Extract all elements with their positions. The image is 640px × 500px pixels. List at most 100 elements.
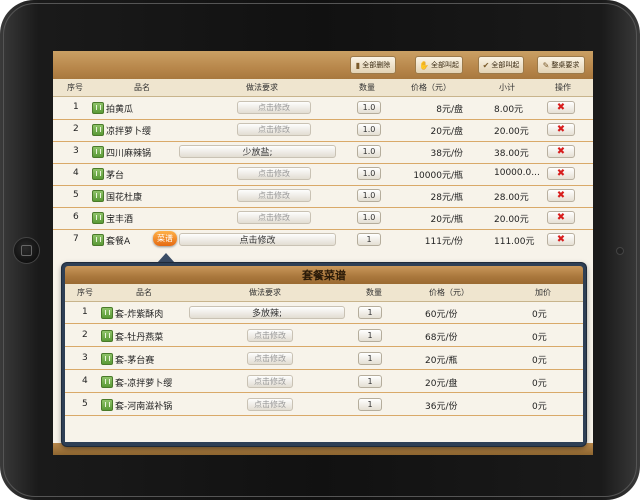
- order-price: 111元/份: [424, 237, 463, 247]
- popup-row[interactable]: 5 套-河南滋补锅 点击修改 1 36元/份 0元: [65, 393, 583, 416]
- order-price: 20元/盘: [430, 127, 464, 137]
- delete-button[interactable]: ✖: [547, 101, 575, 114]
- delete-button[interactable]: ✖: [547, 167, 575, 180]
- combo-menu-popup: 套餐菜谱 序号 品名 做法要求 数量 价格（元） 加价 1 套-炸紫酥肉 多放辣…: [62, 263, 586, 446]
- dish-icon: [92, 146, 104, 158]
- popup-table-header: 序号 品名 做法要求 数量 价格（元） 加价: [65, 284, 583, 302]
- order-no: 5: [73, 190, 79, 200]
- order-row-combo[interactable]: 7 套餐A 菜谱 点击修改 1 111元/份 111.00元 ✖: [53, 229, 593, 251]
- qty-field[interactable]: 1: [357, 233, 381, 246]
- dish-icon: [92, 212, 104, 224]
- order-no: 3: [73, 146, 79, 156]
- qty-field[interactable]: 1.0: [357, 145, 381, 158]
- delete-button[interactable]: ✖: [547, 233, 575, 246]
- popup-item-price: 20元/瓶: [425, 356, 458, 366]
- order-row[interactable]: 5 国花杜康 点击修改 1.0 28元/瓶 28.00元 ✖: [53, 185, 593, 208]
- hold-all-button[interactable]: ✋ 全部叫起: [415, 56, 463, 74]
- popup-qty-field[interactable]: 1: [358, 352, 382, 365]
- request-button[interactable]: 点击修改: [237, 211, 311, 224]
- close-icon: ✖: [556, 190, 566, 201]
- popup-item-add: 0元: [532, 356, 547, 366]
- popup-request-button[interactable]: 点击修改: [247, 352, 293, 365]
- popup-qty-field[interactable]: 1: [358, 398, 382, 411]
- delete-button[interactable]: ✖: [547, 123, 575, 136]
- popup-row[interactable]: 2 套-牡丹燕菜 点击修改 1 68元/份 0元: [65, 324, 583, 347]
- popup-item-add: 0元: [532, 402, 547, 412]
- popup-col-name: 品名: [136, 288, 152, 297]
- delete-button[interactable]: ✖: [547, 145, 575, 158]
- qty-field[interactable]: 1.0: [357, 211, 381, 224]
- order-subtotal: 28.00元: [494, 193, 529, 203]
- order-subtotal: 10000.0...: [494, 168, 540, 178]
- close-icon: ✖: [556, 212, 566, 223]
- hand-icon: ✋: [419, 60, 429, 70]
- order-subtotal: 20.00元: [494, 127, 529, 137]
- order-no: 1: [73, 102, 79, 112]
- close-icon: ✖: [556, 102, 566, 113]
- close-icon: ✖: [556, 146, 566, 157]
- order-subtotal: 20.00元: [494, 215, 529, 225]
- order-price: 38元/份: [430, 149, 464, 159]
- col-qty: 数量: [359, 83, 375, 92]
- order-row[interactable]: 3 四川麻辣锅 少放盐; 1.0 38元/份 38.00元 ✖: [53, 141, 593, 164]
- qty-field[interactable]: 1.0: [357, 167, 381, 180]
- order-row[interactable]: 6 宝丰酒 点击修改 1.0 20元/瓶 20.00元 ✖: [53, 207, 593, 230]
- order-row[interactable]: 1 拍黄瓜 点击修改 1.0 8元/盘 8.00元 ✖: [53, 97, 593, 120]
- request-button[interactable]: 点击修改: [237, 167, 311, 180]
- order-name: 国花杜康: [106, 193, 143, 203]
- popup-item-no: 1: [82, 307, 88, 317]
- popup-request-button[interactable]: 点击修改: [247, 398, 293, 411]
- popup-item-price: 68元/份: [425, 333, 458, 343]
- front-camera: [616, 247, 624, 255]
- dish-icon: [101, 353, 113, 365]
- popup-row[interactable]: 4 套-凉拌萝卜缨 点击修改 1 20元/盘 0元: [65, 370, 583, 393]
- col-action: 操作: [555, 83, 571, 92]
- order-name: 凉拌萝卜缨: [106, 127, 152, 137]
- popup-item-no: 4: [82, 376, 88, 386]
- popup-col-price: 价格（元）: [429, 288, 469, 297]
- request-button[interactable]: 点击修改: [237, 123, 311, 136]
- order-subtotal: 8.00元: [494, 105, 524, 115]
- popup-request-button[interactable]: 点击修改: [247, 375, 293, 388]
- qty-field[interactable]: 1.0: [357, 123, 381, 136]
- dish-icon: [101, 376, 113, 388]
- call-all-button[interactable]: ✔ 全部叫起: [478, 56, 524, 74]
- popup-item-name: 套-凉拌萝卜缨: [115, 379, 173, 389]
- popup-qty-field[interactable]: 1: [358, 306, 382, 319]
- popup-item-price: 60元/份: [425, 310, 458, 320]
- popup-col-add: 加价: [535, 288, 551, 297]
- order-row[interactable]: 4 茅台 点击修改 1.0 10000元/瓶 10000.0... ✖: [53, 163, 593, 186]
- dish-icon: [92, 124, 104, 136]
- request-button[interactable]: 点击修改: [237, 189, 311, 202]
- order-no: 4: [73, 168, 79, 178]
- delete-button[interactable]: ✖: [547, 211, 575, 224]
- dish-icon: [101, 399, 113, 411]
- popup-item-name: 套-炸紫酥肉: [115, 310, 164, 320]
- popup-request-button[interactable]: 点击修改: [247, 329, 293, 342]
- hold-all-label: 全部叫起: [430, 61, 459, 69]
- order-row[interactable]: 2 凉拌萝卜缨 点击修改 1.0 20元/盘 20.00元 ✖: [53, 119, 593, 142]
- popup-item-no: 2: [82, 330, 88, 340]
- dish-icon: [92, 234, 104, 246]
- col-name: 品名: [134, 83, 150, 92]
- home-button[interactable]: [13, 237, 40, 264]
- table-request-button[interactable]: ✎ 整桌要求: [537, 56, 585, 74]
- popup-col-no: 序号: [77, 288, 93, 297]
- order-name: 四川麻辣锅: [106, 149, 152, 159]
- popup-qty-field[interactable]: 1: [358, 329, 382, 342]
- request-button[interactable]: 点击修改: [179, 233, 336, 246]
- popup-row[interactable]: 3 套-茅台赛 点击修改 1 20元/瓶 0元: [65, 347, 583, 370]
- popup-qty-field[interactable]: 1: [358, 375, 382, 388]
- qty-field[interactable]: 1.0: [357, 101, 381, 114]
- delete-button[interactable]: ✖: [547, 189, 575, 202]
- order-no: 2: [73, 124, 79, 134]
- popup-request-button[interactable]: 多放辣;: [189, 306, 345, 319]
- delete-all-button[interactable]: ▮ 全部删除: [350, 56, 396, 74]
- popup-item-add: 0元: [532, 379, 547, 389]
- popup-row[interactable]: 1 套-炸紫酥肉 多放辣; 1 60元/份 0元: [65, 301, 583, 324]
- qty-field[interactable]: 1.0: [357, 189, 381, 202]
- combo-menu-tag[interactable]: 菜谱: [153, 231, 177, 246]
- request-button[interactable]: 少放盐;: [179, 145, 336, 158]
- request-button[interactable]: 点击修改: [237, 101, 311, 114]
- popup-pointer: [157, 253, 175, 263]
